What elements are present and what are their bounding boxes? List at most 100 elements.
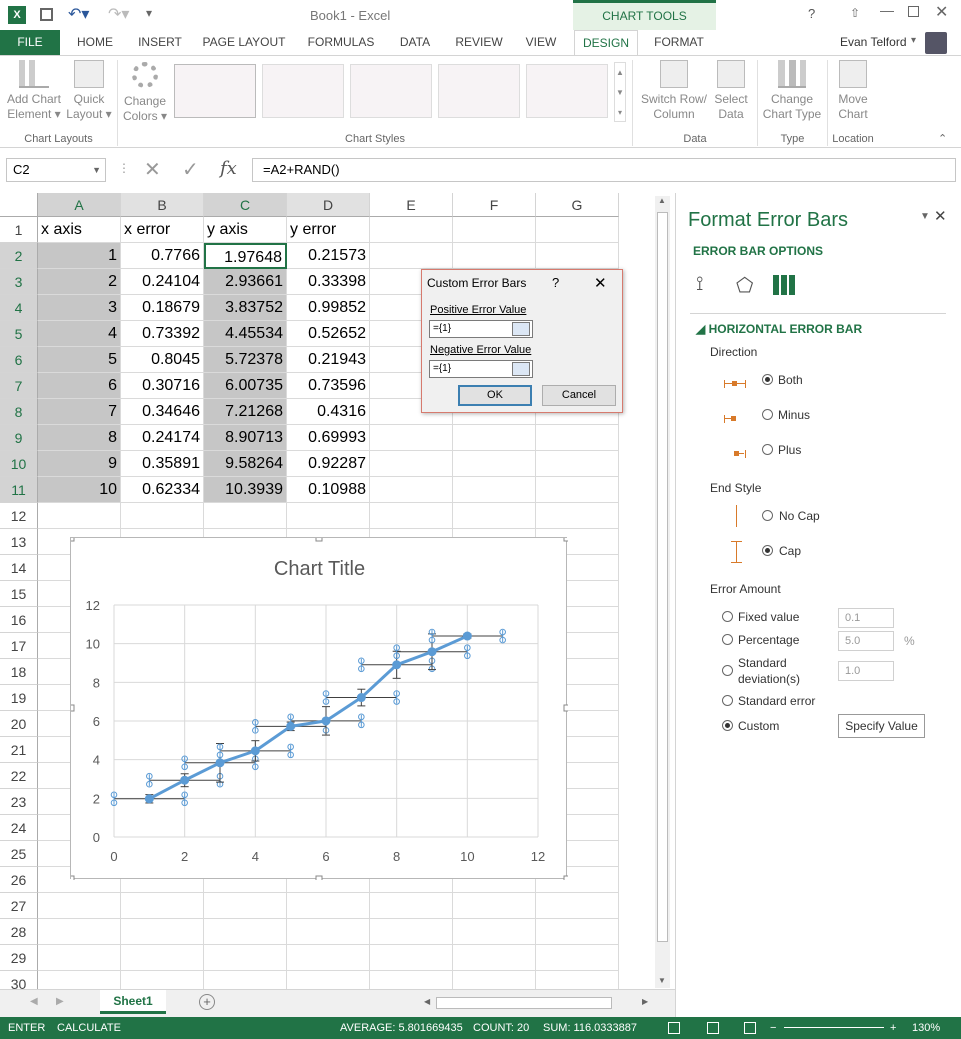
specify-value-button[interactable]: Specify Value: [838, 714, 925, 738]
change-colors-button[interactable]: Change Colors ▾: [120, 60, 170, 124]
tab-file[interactable]: FILE: [0, 30, 60, 55]
cell-a7[interactable]: 6: [38, 373, 121, 399]
fixed-value-radio[interactable]: [722, 611, 733, 622]
cell-b11[interactable]: 0.62334: [121, 477, 204, 503]
section-error-bar-options[interactable]: ERROR BAR OPTIONS: [693, 244, 823, 258]
cell-e2[interactable]: [370, 243, 453, 269]
cell-a5[interactable]: 4: [38, 321, 121, 347]
column-header-c[interactable]: C: [204, 193, 287, 217]
row-header-21[interactable]: 21: [0, 737, 38, 763]
tab-home[interactable]: HOME: [68, 30, 122, 55]
chart-style-2[interactable]: [262, 64, 344, 118]
cell-d29[interactable]: [287, 945, 370, 971]
cell-d12[interactable]: [287, 503, 370, 529]
row-header-30[interactable]: 30: [0, 971, 38, 989]
cell-c7[interactable]: 6.00735: [204, 373, 287, 399]
zoom-level[interactable]: 130%: [912, 1017, 940, 1039]
cell-e28[interactable]: [370, 919, 453, 945]
row-header-11[interactable]: 11: [0, 477, 38, 503]
zoom-out-icon[interactable]: −: [770, 1017, 776, 1039]
cell-e27[interactable]: [370, 893, 453, 919]
cell-a2[interactable]: 1: [38, 243, 121, 269]
tab-insert[interactable]: INSERT: [132, 30, 188, 55]
cell-d5[interactable]: 0.52652: [287, 321, 370, 347]
ribbon-display-icon[interactable]: ⇧: [850, 6, 860, 20]
pane-close-icon[interactable]: ✕: [934, 207, 947, 225]
cell-f29[interactable]: [453, 945, 536, 971]
row-header-3[interactable]: 3: [0, 269, 38, 295]
cell-c2[interactable]: 1.97648: [204, 243, 287, 269]
direction-both-radio[interactable]: [762, 374, 773, 385]
cell-c3[interactable]: 2.93661: [204, 269, 287, 295]
zoom-slider[interactable]: [784, 1027, 884, 1028]
cell-b3[interactable]: 0.24104: [121, 269, 204, 295]
avatar[interactable]: [925, 32, 947, 54]
cell-c29[interactable]: [204, 945, 287, 971]
cell-b29[interactable]: [121, 945, 204, 971]
collapse-ribbon-icon[interactable]: ⌃: [938, 132, 947, 145]
row-header-17[interactable]: 17: [0, 633, 38, 659]
row-header-19[interactable]: 19: [0, 685, 38, 711]
next-sheet-icon[interactable]: ▶: [56, 996, 64, 1007]
tab-design[interactable]: DESIGN: [574, 30, 638, 56]
cell-b6[interactable]: 0.8045: [121, 347, 204, 373]
hscroll-thumb[interactable]: [436, 997, 612, 1009]
column-header-e[interactable]: E: [370, 193, 453, 217]
chart-style-1[interactable]: [174, 64, 256, 118]
row-header-27[interactable]: 27: [0, 893, 38, 919]
column-header-f[interactable]: F: [453, 193, 536, 217]
cell-c8[interactable]: 7.21268: [204, 399, 287, 425]
cap-radio[interactable]: [762, 545, 773, 556]
cell-c30[interactable]: [204, 971, 287, 989]
fill-line-icon[interactable]: ⟟: [696, 273, 703, 296]
scroll-down-icon[interactable]: ▼: [658, 976, 666, 985]
horizontal-scrollbar[interactable]: ◀ ▶: [422, 995, 654, 1011]
cell-c12[interactable]: [204, 503, 287, 529]
cell-f10[interactable]: [453, 451, 536, 477]
std-dev-input[interactable]: 1.0: [838, 661, 894, 681]
cell-d11[interactable]: 0.10988: [287, 477, 370, 503]
row-header-15[interactable]: 15: [0, 581, 38, 607]
cell-b4[interactable]: 0.18679: [121, 295, 204, 321]
cell-b27[interactable]: [121, 893, 204, 919]
cell-b28[interactable]: [121, 919, 204, 945]
chart-style-4[interactable]: [438, 64, 520, 118]
direction-plus-radio[interactable]: [762, 444, 773, 455]
cell-f1[interactable]: [453, 217, 536, 243]
cell-g12[interactable]: [536, 503, 619, 529]
cell-c28[interactable]: [204, 919, 287, 945]
cell-e1[interactable]: [370, 217, 453, 243]
cell-f2[interactable]: [453, 243, 536, 269]
cell-a27[interactable]: [38, 893, 121, 919]
column-header-g[interactable]: G: [536, 193, 619, 217]
row-header-4[interactable]: 4: [0, 295, 38, 321]
chart-styles-gallery[interactable]: [172, 62, 620, 122]
vertical-scrollbar[interactable]: ▲ ▼: [655, 196, 670, 988]
column-header-b[interactable]: B: [121, 193, 204, 217]
cell-a10[interactable]: 9: [38, 451, 121, 477]
tab-format[interactable]: FORMAT: [644, 30, 714, 55]
select-all-corner[interactable]: [0, 193, 38, 217]
cell-b1[interactable]: x error: [121, 217, 204, 243]
cell-d10[interactable]: 0.92287: [287, 451, 370, 477]
cell-d2[interactable]: 0.21573: [287, 243, 370, 269]
row-header-6[interactable]: 6: [0, 347, 38, 373]
cell-g1[interactable]: [536, 217, 619, 243]
cell-b8[interactable]: 0.34646: [121, 399, 204, 425]
cell-a6[interactable]: 5: [38, 347, 121, 373]
row-header-12[interactable]: 12: [0, 503, 38, 529]
cell-e12[interactable]: [370, 503, 453, 529]
help-icon[interactable]: ?: [808, 6, 815, 21]
row-header-18[interactable]: 18: [0, 659, 38, 685]
cell-f12[interactable]: [453, 503, 536, 529]
pane-options-chevron-icon[interactable]: ▼: [920, 211, 930, 222]
cell-g2[interactable]: [536, 243, 619, 269]
cell-b12[interactable]: [121, 503, 204, 529]
cell-g29[interactable]: [536, 945, 619, 971]
cell-c5[interactable]: 4.45534: [204, 321, 287, 347]
row-header-28[interactable]: 28: [0, 919, 38, 945]
cell-a1[interactable]: x axis: [38, 217, 121, 243]
row-header-8[interactable]: 8: [0, 399, 38, 425]
gallery-scroll[interactable]: ▲ ▼ ▾: [614, 62, 626, 122]
ok-button[interactable]: OK: [458, 385, 532, 406]
